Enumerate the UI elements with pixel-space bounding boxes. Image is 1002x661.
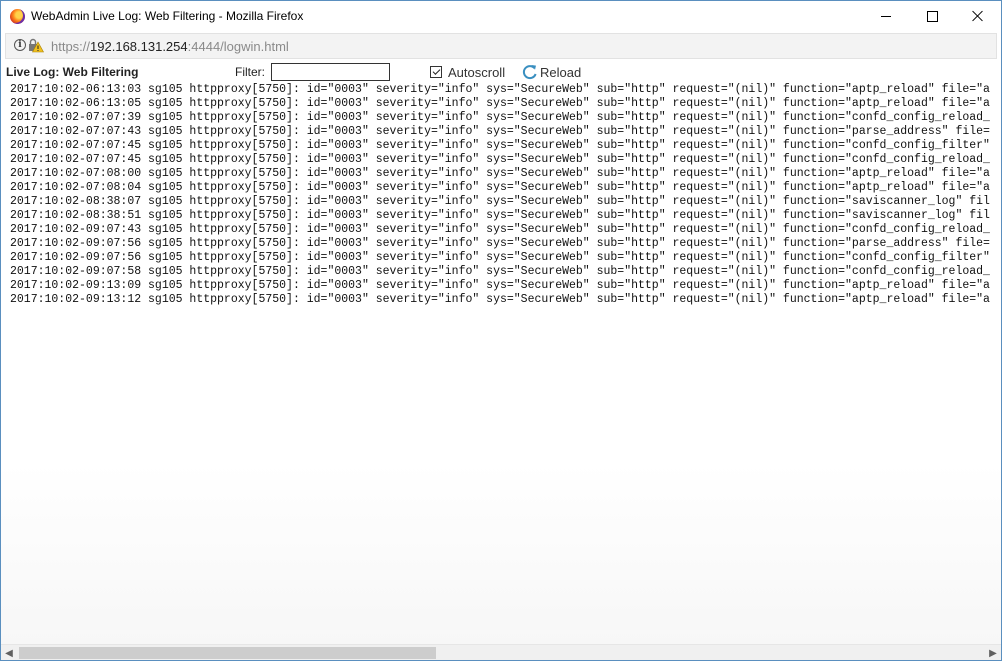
log-line: 2017:10:02-09:07:56 sg105 httpproxy[5750… [10, 251, 990, 264]
log-line: 2017:10:02-09:13:09 sg105 httpproxy[5750… [10, 279, 990, 292]
info-icon[interactable]: i [14, 39, 26, 51]
filter-input[interactable] [271, 63, 390, 81]
log-line: 2017:10:02-07:07:45 sg105 httpproxy[5750… [10, 139, 990, 152]
log-line: 2017:10:02-09:07:43 sg105 httpproxy[5750… [10, 223, 990, 236]
url-path: :4444/logwin.html [187, 39, 289, 54]
scroll-left-icon[interactable]: ◀ [1, 645, 17, 660]
scrollbar-thumb[interactable] [19, 647, 436, 659]
log-line: 2017:10:02-08:38:51 sg105 httpproxy[5750… [10, 209, 990, 222]
page-title: Live Log: Web Filtering [6, 65, 139, 79]
maximize-button[interactable] [909, 1, 955, 31]
reload-icon [522, 65, 537, 80]
url-host: 192.168.131.254 [90, 39, 188, 54]
log-line: 2017:10:02-07:07:39 sg105 httpproxy[5750… [10, 111, 990, 124]
log-line: 2017:10:02-09:07:56 sg105 httpproxy[5750… [10, 237, 990, 250]
firefox-icon [10, 9, 25, 24]
log-lines: 2017:10:02-06:13:03 sg105 httpproxy[5750… [1, 83, 1001, 307]
log-background [1, 463, 1001, 645]
window-title: WebAdmin Live Log: Web Filtering - Mozil… [31, 9, 304, 23]
url-bar[interactable]: i https://192.168.131.254:4444/logwin.ht… [5, 33, 997, 59]
log-line: 2017:10:02-07:07:43 sg105 httpproxy[5750… [10, 125, 990, 138]
reload-button[interactable]: Reload [522, 63, 581, 81]
log-toolbar: Live Log: Web Filtering Filter: Autoscro… [1, 61, 1001, 83]
log-line: 2017:10:02-09:13:12 sg105 httpproxy[5750… [10, 293, 990, 306]
title-bar[interactable]: WebAdmin Live Log: Web Filtering - Mozil… [1, 1, 1001, 31]
close-button[interactable] [955, 1, 1001, 31]
checkmark-icon [432, 67, 440, 75]
log-line: 2017:10:02-07:08:04 sg105 httpproxy[5750… [10, 181, 990, 194]
log-line: 2017:10:02-06:13:03 sg105 httpproxy[5750… [10, 83, 990, 96]
log-line: 2017:10:02-08:38:07 sg105 httpproxy[5750… [10, 195, 990, 208]
log-line: 2017:10:02-06:13:05 sg105 httpproxy[5750… [10, 97, 990, 110]
log-output[interactable]: 2017:10:02-06:13:03 sg105 httpproxy[5750… [1, 83, 1001, 645]
scroll-right-icon[interactable]: ▶ [985, 645, 1001, 660]
maximize-icon [926, 10, 938, 22]
minimize-icon [881, 15, 891, 17]
minimize-button[interactable] [863, 1, 909, 31]
autoscroll-label[interactable]: Autoscroll [448, 65, 505, 80]
filter-label: Filter: [235, 65, 265, 79]
horizontal-scrollbar[interactable]: ◀ ▶ [1, 644, 1001, 660]
url-scheme: https:// [51, 39, 91, 54]
browser-window: WebAdmin Live Log: Web Filtering - Mozil… [0, 0, 1002, 661]
url-text[interactable]: https://192.168.131.254:4444/logwin.html [51, 39, 289, 54]
log-line: 2017:10:02-09:07:58 sg105 httpproxy[5750… [10, 265, 990, 278]
autoscroll-checkbox[interactable] [430, 66, 442, 78]
log-line: 2017:10:02-07:08:00 sg105 httpproxy[5750… [10, 167, 990, 180]
reload-label: Reload [540, 64, 582, 80]
close-icon [972, 10, 984, 22]
mixed-content-lock-icon[interactable] [28, 38, 44, 54]
log-line: 2017:10:02-07:07:45 sg105 httpproxy[5750… [10, 153, 990, 166]
